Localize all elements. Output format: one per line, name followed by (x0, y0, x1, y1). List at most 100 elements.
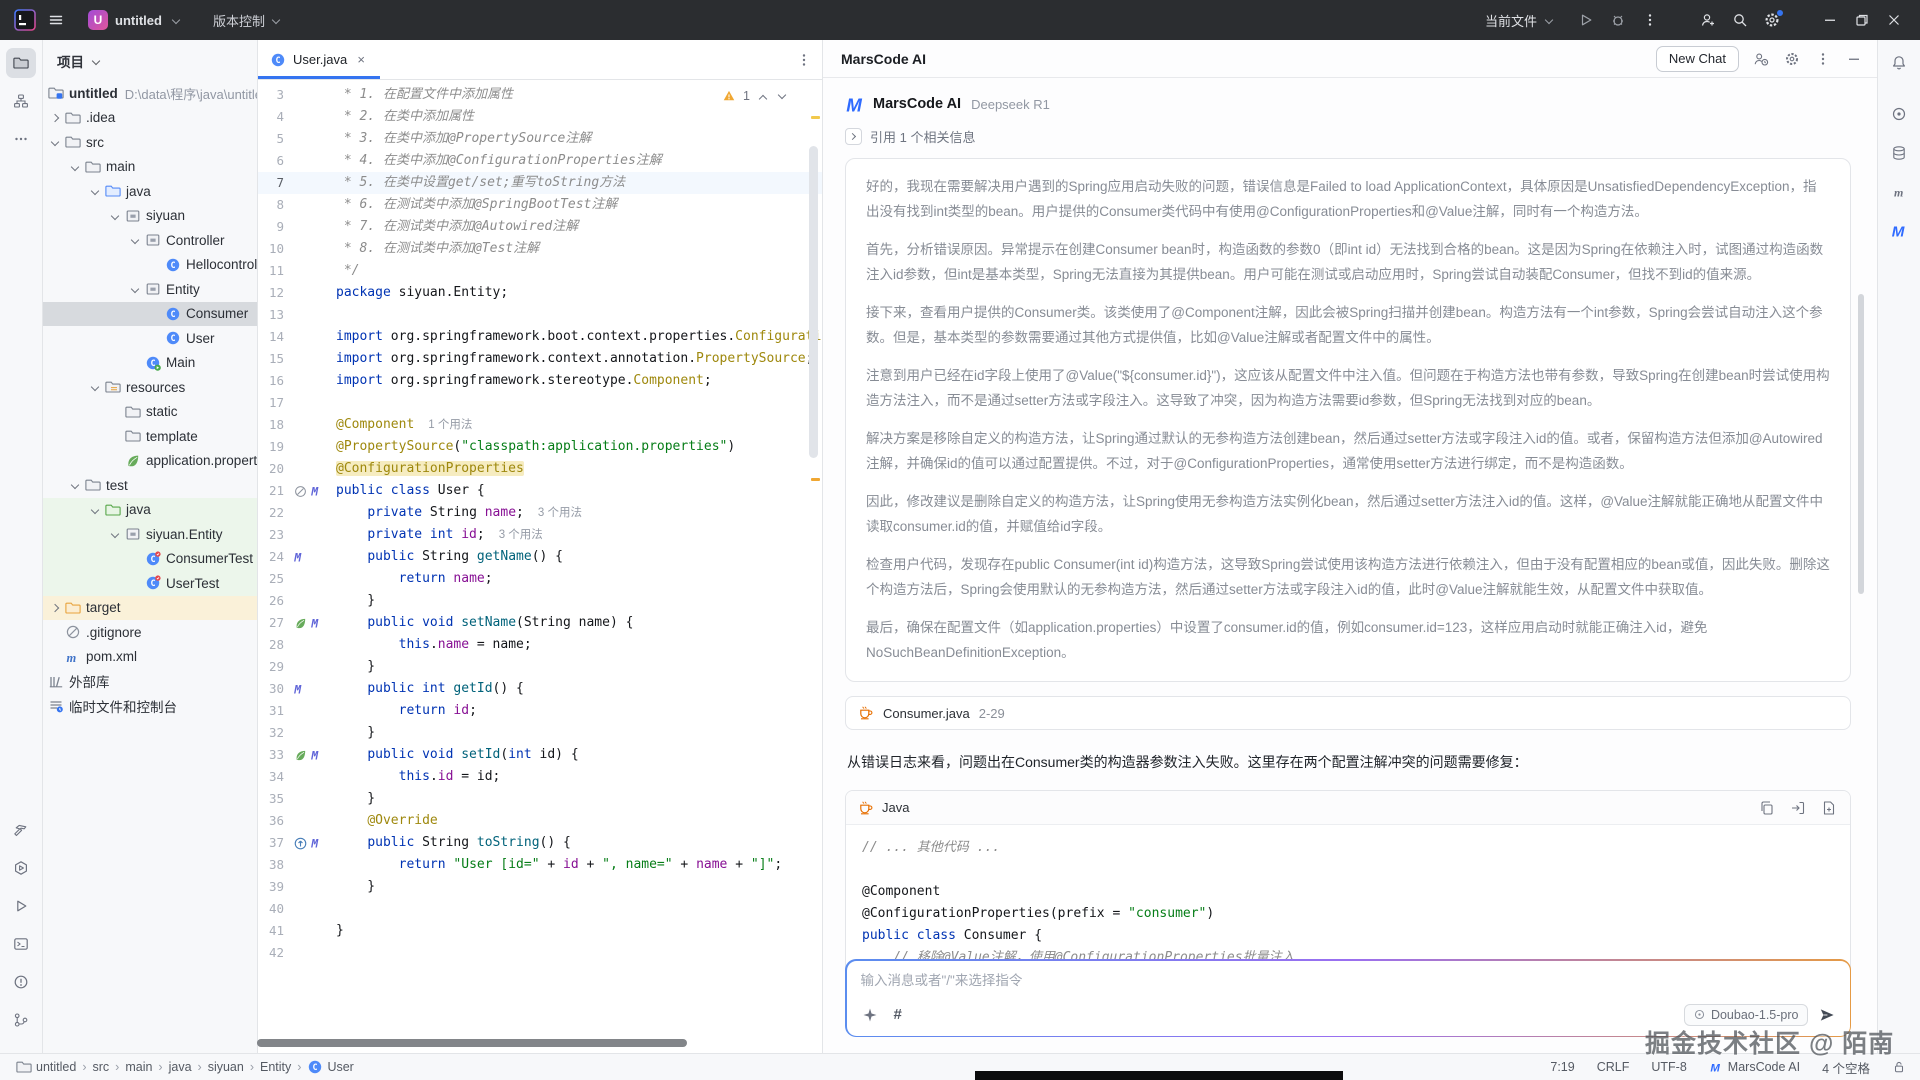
editor-line-23[interactable]: 23 private int id;3 个用法 (258, 524, 822, 546)
chat-scrollbar[interactable] (1858, 294, 1864, 594)
status-CRLF[interactable]: CRLF (1597, 1060, 1630, 1074)
status-lock[interactable] (1892, 1060, 1906, 1074)
editor-line-9[interactable]: 9 * 7. 在测试类中添加@Autowired注解 (258, 216, 822, 238)
tree-item-application.properties[interactable]: application.properties (43, 449, 257, 474)
main-menu-icon[interactable] (40, 6, 72, 34)
insert-code-icon[interactable] (1789, 799, 1807, 817)
chat-history-icon[interactable] (1752, 50, 1770, 68)
tree-item-UserTest[interactable]: CUserTest (43, 571, 257, 596)
editor-line-21[interactable]: 21Mpublic class User { (258, 480, 822, 502)
status-UTF-8[interactable]: UTF-8 (1651, 1060, 1686, 1074)
editor-line-18[interactable]: 18@Component1 个用法 (258, 414, 822, 436)
target-tool-button[interactable] (1884, 99, 1914, 129)
editor-options-icon[interactable] (796, 52, 812, 68)
editor-line-36[interactable]: 36 @Override (258, 810, 822, 832)
breadcrumb-untitled[interactable]: untitled (16, 1059, 76, 1075)
terminal-tool-button[interactable] (6, 929, 36, 959)
chat-input[interactable] (861, 973, 1836, 988)
tree-item-.idea[interactable]: .idea (43, 106, 257, 131)
code-with-me-button[interactable] (1692, 6, 1724, 34)
tree-item-java[interactable]: java (43, 179, 257, 204)
editor-body[interactable]: 3 * 1. 在配置文件中添加属性4 * 2. 在类中添加属性5 * 3. 在类… (258, 80, 822, 1053)
editor-line-27[interactable]: 27M public void setName(String name) { (258, 612, 822, 634)
more-actions-button[interactable] (1634, 6, 1666, 34)
tree-item-临时文件和控制台[interactable]: 临时文件和控制台 (43, 694, 257, 719)
hide-panel-icon[interactable] (1845, 50, 1863, 68)
tree-item-resources[interactable]: resources (43, 375, 257, 400)
status-MarsCode AI[interactable]: MMarsCode AI (1709, 1060, 1800, 1074)
chevron-down-icon[interactable] (107, 208, 124, 224)
problems-tool-button[interactable] (6, 967, 36, 997)
editor-line-15[interactable]: 15import org.springframework.context.ann… (258, 348, 822, 370)
editor-line-38[interactable]: 38 return "User [id=" + id + ", name=" +… (258, 854, 822, 876)
editor-line-20[interactable]: 20@ConfigurationProperties (258, 458, 822, 480)
chat-more-icon[interactable] (1814, 50, 1832, 68)
branch-tool-button[interactable] (6, 1005, 36, 1035)
editor-line-12[interactable]: 12package siyuan.Entity; (258, 282, 822, 304)
chevron-down-icon[interactable] (47, 134, 64, 150)
breadcrumb-Entity[interactable]: Entity (260, 1060, 291, 1074)
chevron-right-icon[interactable] (47, 110, 64, 126)
tree-item-static[interactable]: static (43, 400, 257, 425)
breadcrumb-src[interactable]: src (92, 1060, 109, 1074)
marscode-tool-button[interactable]: M (1884, 216, 1914, 246)
chevron-down-icon[interactable] (107, 526, 124, 542)
editor-line-41[interactable]: 41} (258, 920, 822, 942)
breadcrumb-java[interactable]: java (169, 1060, 192, 1074)
hammer-tool-button[interactable] (6, 815, 36, 845)
editor-line-32[interactable]: 32 } (258, 722, 822, 744)
editor-line-42[interactable]: 42 (258, 942, 822, 964)
bell-tool-button[interactable] (1884, 48, 1914, 78)
run-config-selector[interactable]: 当前文件 (1479, 7, 1562, 34)
editor-line-19[interactable]: 19@PropertySource("classpath:application… (258, 436, 822, 458)
breadcrumb-User[interactable]: CUser (307, 1059, 353, 1075)
chevron-down-icon[interactable] (87, 379, 104, 395)
status-7:19[interactable]: 7:19 (1550, 1060, 1574, 1074)
tree-item-外部库[interactable]: 外部库 (43, 669, 257, 694)
editor-line-4[interactable]: 4 * 2. 在类中添加属性 (258, 106, 822, 128)
m-plugin-tool-button[interactable]: m (1884, 177, 1914, 207)
tree-item-Entity[interactable]: Entity (43, 277, 257, 302)
project-folder-tool-button[interactable] (6, 48, 36, 78)
tree-item-src[interactable]: src (43, 130, 257, 155)
tree-item-User[interactable]: CUser (43, 326, 257, 351)
context-hash-icon[interactable]: # (894, 1006, 902, 1023)
editor-line-5[interactable]: 5 * 3. 在类中添加@PropertySource注解 (258, 128, 822, 150)
prev-warning-icon[interactable] (757, 90, 769, 102)
status-4 个空格[interactable]: 4 个空格 (1822, 1058, 1870, 1077)
tab-close-icon[interactable]: × (354, 52, 368, 67)
editor-line-14[interactable]: 14import org.springframework.boot.contex… (258, 326, 822, 348)
create-file-icon[interactable] (1820, 799, 1838, 817)
tree-item-Controller[interactable]: Controller (43, 228, 257, 253)
editor-line-8[interactable]: 8 * 6. 在测试类中添加@SpringBootTest注解 (258, 194, 822, 216)
chevron-down-icon[interactable] (127, 281, 144, 297)
editor-line-25[interactable]: 25 return name; (258, 568, 822, 590)
breadcrumb-siyuan[interactable]: siyuan (208, 1060, 244, 1074)
editor-line-28[interactable]: 28 this.name = name; (258, 634, 822, 656)
tree-item-test[interactable]: test (43, 473, 257, 498)
editor-line-16[interactable]: 16import org.springframework.stereotype.… (258, 370, 822, 392)
editor-line-40[interactable]: 40 (258, 898, 822, 920)
editor-line-13[interactable]: 13 (258, 304, 822, 326)
tree-item-pom.xml[interactable]: mpom.xml (43, 645, 257, 670)
editor-line-33[interactable]: 33M public void setId(int id) { (258, 744, 822, 766)
editor-scrollbar[interactable] (809, 146, 818, 458)
file-reference-chip[interactable]: Consumer.java 2-29 (845, 696, 1851, 730)
editor-line-37[interactable]: 37M public String toString() { (258, 832, 822, 854)
editor-line-11[interactable]: 11 */ (258, 260, 822, 282)
warning-marker[interactable] (811, 478, 820, 481)
tree-item-Main[interactable]: CMain (43, 351, 257, 376)
editor-line-26[interactable]: 26 } (258, 590, 822, 612)
settings-button[interactable] (1756, 6, 1788, 34)
tree-item-Hellocontroller[interactable]: CHellocontroller (43, 253, 257, 278)
tree-item-main[interactable]: main (43, 155, 257, 180)
chevron-down-icon[interactable] (87, 183, 104, 199)
tree-item-siyuan.Entity[interactable]: siyuan.Entity (43, 522, 257, 547)
editor-line-30[interactable]: 30M public int getId() { (258, 678, 822, 700)
run-tool-button[interactable] (6, 891, 36, 921)
tree-item-java[interactable]: java (43, 498, 257, 523)
editor-line-22[interactable]: 22 private String name;3 个用法 (258, 502, 822, 524)
reference-toggle[interactable]: 引用 1 个相关信息 (845, 127, 1851, 146)
close-button[interactable] (1878, 6, 1910, 34)
run-button[interactable] (1570, 6, 1602, 34)
